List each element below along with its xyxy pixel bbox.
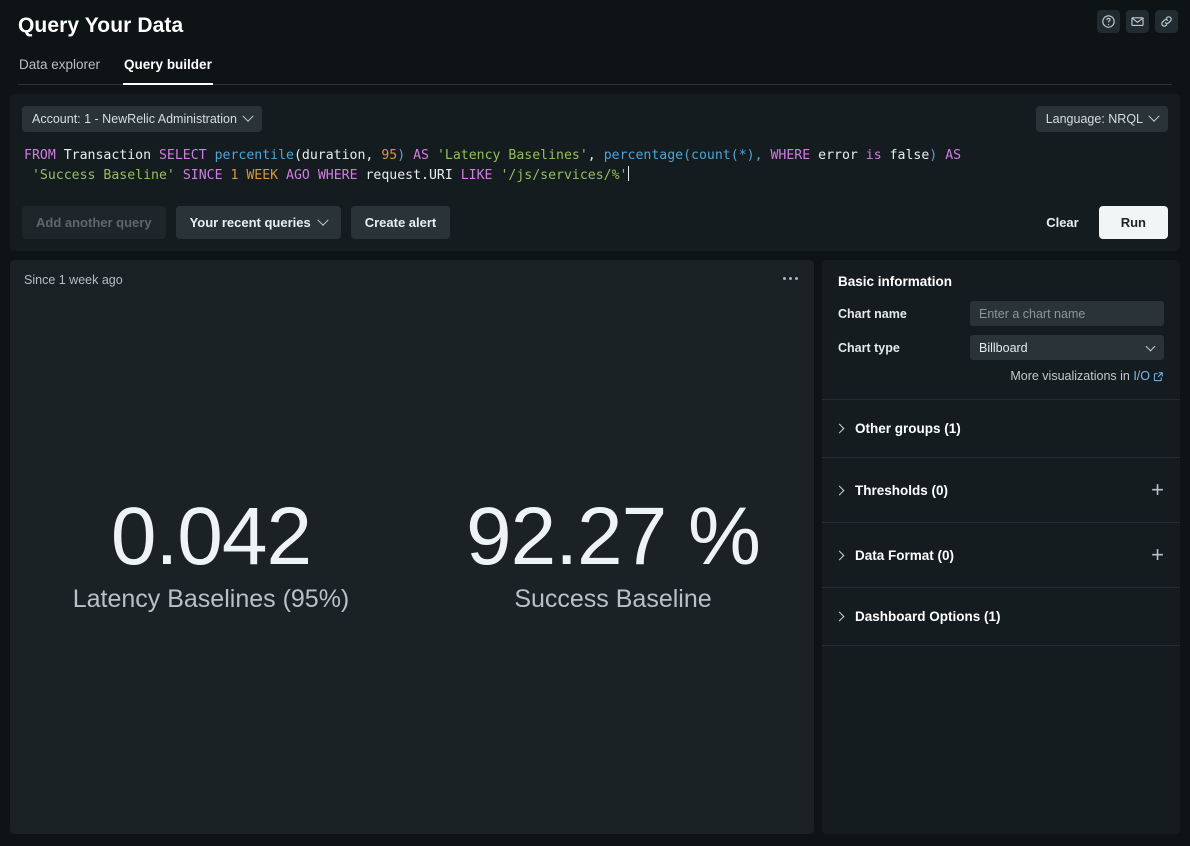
tab-data-explorer[interactable]: Data explorer xyxy=(18,57,101,85)
chart-type-label: Chart type xyxy=(838,341,970,355)
nrql-token: (duration, xyxy=(294,148,381,163)
billboard-label: Latency Baselines (95%) xyxy=(16,584,406,613)
chart-panel: Since 1 week ago 0.042 Latency Baselines… xyxy=(10,260,814,834)
nrql-token: , xyxy=(588,148,604,163)
chevron-down-icon xyxy=(317,214,328,225)
nrql-token: SELECT xyxy=(159,148,215,163)
nrql-token: AGO xyxy=(286,168,318,183)
nrql-token: WHERE xyxy=(318,168,366,183)
nrql-token: '/js/services/%' xyxy=(500,168,627,183)
nrql-token: Transaction xyxy=(64,148,159,163)
basic-information-title: Basic information xyxy=(838,274,1164,289)
recent-queries-button[interactable]: Your recent queries xyxy=(176,206,341,239)
chart-name-label: Chart name xyxy=(838,307,970,321)
chart-overflow-menu-icon[interactable] xyxy=(781,273,800,284)
section-data-format[interactable]: Data Format (0) + xyxy=(822,523,1180,588)
nrql-token: AS xyxy=(413,148,437,163)
chevron-right-icon xyxy=(835,550,845,560)
section-thresholds[interactable]: Thresholds (0) + xyxy=(822,458,1180,523)
nrql-token: percentage xyxy=(604,148,683,163)
billboard-value: 0.042 xyxy=(16,495,406,579)
nrql-token: 'Success Baseline' xyxy=(32,168,183,183)
io-link[interactable]: I/O xyxy=(1133,369,1150,383)
nrql-token xyxy=(405,148,413,163)
nrql-token: request.URI xyxy=(365,168,460,183)
add-data-format-icon[interactable]: + xyxy=(1151,544,1164,566)
section-title: Data Format (0) xyxy=(855,548,954,563)
clear-button[interactable]: Clear xyxy=(1030,206,1095,239)
mail-icon[interactable] xyxy=(1126,10,1149,33)
nrql-token: percentile xyxy=(215,148,294,163)
billboard-value: 92.27 % xyxy=(418,495,808,579)
chart-panel-header: Since 1 week ago xyxy=(10,260,814,287)
chart-type-row: Chart type BillboardLineAreaBarPieTableH… xyxy=(838,335,1164,360)
billboard-item: 0.042 Latency Baselines (95%) xyxy=(10,495,412,614)
chevron-right-icon xyxy=(835,485,845,495)
section-title: Other groups (1) xyxy=(855,421,961,436)
nrql-token xyxy=(937,148,945,163)
chevron-right-icon xyxy=(835,612,845,622)
create-alert-button[interactable]: Create alert xyxy=(351,206,451,239)
billboard-label: Success Baseline xyxy=(418,584,808,613)
link-icon[interactable] xyxy=(1155,10,1178,33)
billboard-container: 0.042 Latency Baselines (95%) 92.27 % Su… xyxy=(10,495,814,614)
section-title: Thresholds (0) xyxy=(855,483,948,498)
basic-information-section: Basic information Chart name Chart type … xyxy=(822,260,1180,400)
nrql-token: WHERE xyxy=(770,148,818,163)
nrql-token: 1 xyxy=(230,168,246,183)
nrql-token: LIKE xyxy=(461,168,501,183)
nrql-token: * xyxy=(739,148,747,163)
query-action-row: Add another query Your recent queries Cr… xyxy=(22,206,1168,239)
main-tabs: Data explorer Query builder xyxy=(18,56,1172,85)
query-card-toolbar: Account: 1 - NewRelic Administration Lan… xyxy=(22,106,1168,132)
results-area: Since 1 week ago 0.042 Latency Baselines… xyxy=(10,260,1180,834)
page-header: Query Your Data Data explorer Query buil… xyxy=(0,0,1190,82)
recent-queries-label: Your recent queries xyxy=(190,215,311,230)
billboard-item: 92.27 % Success Baseline xyxy=(412,495,814,614)
nrql-token: count xyxy=(691,148,731,163)
external-link-icon xyxy=(1153,371,1164,382)
nrql-token: ( xyxy=(731,148,739,163)
chart-type-select[interactable]: BillboardLineAreaBarPieTableHeatmapHisto… xyxy=(970,335,1164,360)
section-title: Dashboard Options (1) xyxy=(855,609,1001,624)
nrql-token: SINCE xyxy=(183,168,231,183)
more-visualizations-text: More visualizations in xyxy=(1010,369,1133,383)
nrql-token: 95 xyxy=(381,148,397,163)
section-dashboard-options[interactable]: Dashboard Options (1) xyxy=(822,588,1180,646)
chart-name-row: Chart name xyxy=(838,301,1164,326)
header-icon-group xyxy=(1097,10,1178,33)
add-threshold-icon[interactable]: + xyxy=(1151,479,1164,501)
nrql-token: is xyxy=(866,148,890,163)
chevron-down-icon xyxy=(1148,111,1159,122)
chevron-down-icon xyxy=(242,111,253,122)
section-other-groups[interactable]: Other groups (1) xyxy=(822,400,1180,458)
query-builder-card: Account: 1 - NewRelic Administration Lan… xyxy=(10,94,1180,251)
nrql-query-input[interactable]: FROM Transaction SELECT percentile(durat… xyxy=(22,146,1168,188)
account-selector[interactable]: Account: 1 - NewRelic Administration xyxy=(22,106,262,132)
help-icon[interactable] xyxy=(1097,10,1120,33)
nrql-token: AS xyxy=(945,148,961,163)
more-visualizations-row: More visualizations in I/O xyxy=(838,369,1164,383)
nrql-token: 'Latency Baselines' xyxy=(437,148,588,163)
chart-time-range-label: Since 1 week ago xyxy=(24,273,123,287)
nrql-token: ), xyxy=(747,148,771,163)
nrql-token xyxy=(24,168,32,183)
language-selector[interactable]: Language: NRQL xyxy=(1036,106,1168,132)
add-another-query-button[interactable]: Add another query xyxy=(22,206,166,239)
nrql-token: error xyxy=(818,148,866,163)
chevron-right-icon xyxy=(835,424,845,434)
text-caret xyxy=(628,166,629,181)
run-button[interactable]: Run xyxy=(1099,206,1168,239)
chart-name-input[interactable] xyxy=(970,301,1164,326)
nrql-token: FROM xyxy=(24,148,64,163)
nrql-token: ) xyxy=(397,148,405,163)
nrql-token: ( xyxy=(683,148,691,163)
tab-query-builder[interactable]: Query builder xyxy=(123,57,213,85)
language-selector-label: Language: NRQL xyxy=(1046,112,1143,126)
account-selector-label: Account: 1 - NewRelic Administration xyxy=(32,112,237,126)
chart-settings-panel: Basic information Chart name Chart type … xyxy=(822,260,1180,834)
nrql-token: false xyxy=(890,148,930,163)
nrql-token: WEEK xyxy=(246,168,286,183)
page-title: Query Your Data xyxy=(18,14,1172,38)
